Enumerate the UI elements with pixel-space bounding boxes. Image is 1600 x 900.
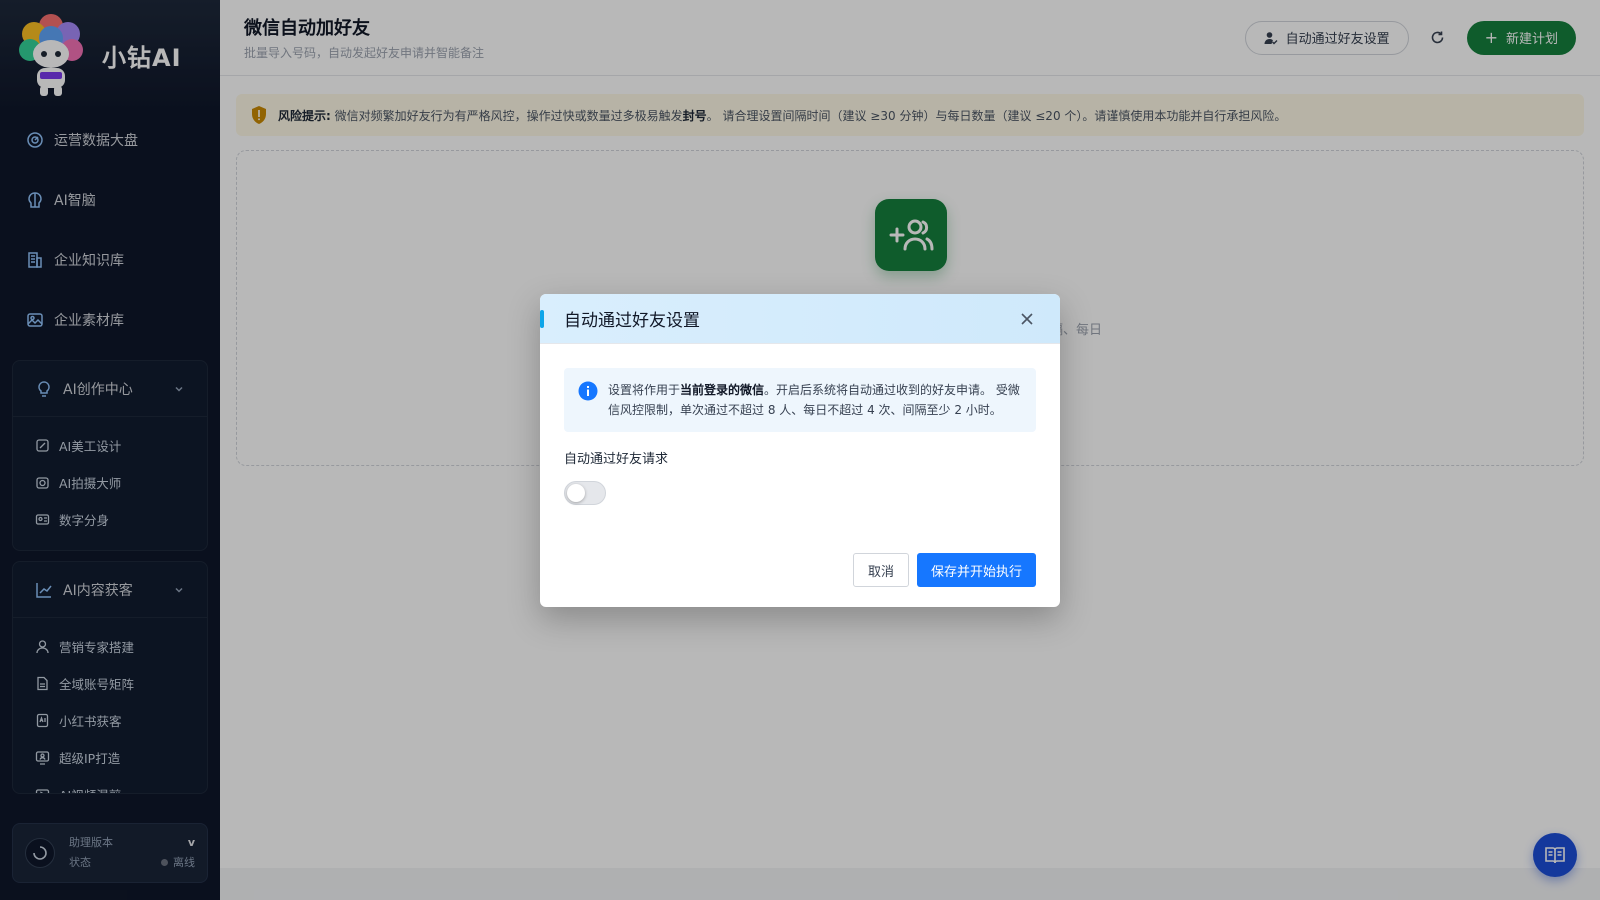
dialog-body: 设置将作用于当前登录的微信。开启后系统将自动通过收到的好友申请。 受微信风控限制…: [540, 344, 1060, 505]
dialog-title: 自动通过好友设置: [564, 311, 700, 331]
auto-accept-toggle[interactable]: [564, 481, 606, 505]
close-icon[interactable]: [1018, 310, 1036, 328]
cancel-button[interactable]: 取消: [852, 553, 909, 587]
dialog-footer: 取消 保存并开始执行: [852, 553, 1036, 587]
dialog-title-accent: [540, 310, 544, 328]
dialog-header: 自动通过好友设置: [540, 294, 1060, 344]
info-notice: 设置将作用于当前登录的微信。开启后系统将自动通过收到的好友申请。 受微信风控限制…: [564, 368, 1036, 432]
toggle-knob: [567, 484, 585, 502]
info-icon: [578, 381, 598, 401]
auto-accept-field-label: 自动通过好友请求: [564, 452, 669, 467]
save-and-start-button[interactable]: 保存并开始执行: [916, 553, 1036, 587]
notice-prefix: 设置将作用于: [608, 383, 681, 397]
auto-accept-settings-dialog: 自动通过好友设置 设置将作用于当前登录的微信。开启后系统将自动通过收到的好友申请…: [540, 294, 1060, 607]
notice-emphasis: 当前登录的微信: [680, 383, 765, 397]
